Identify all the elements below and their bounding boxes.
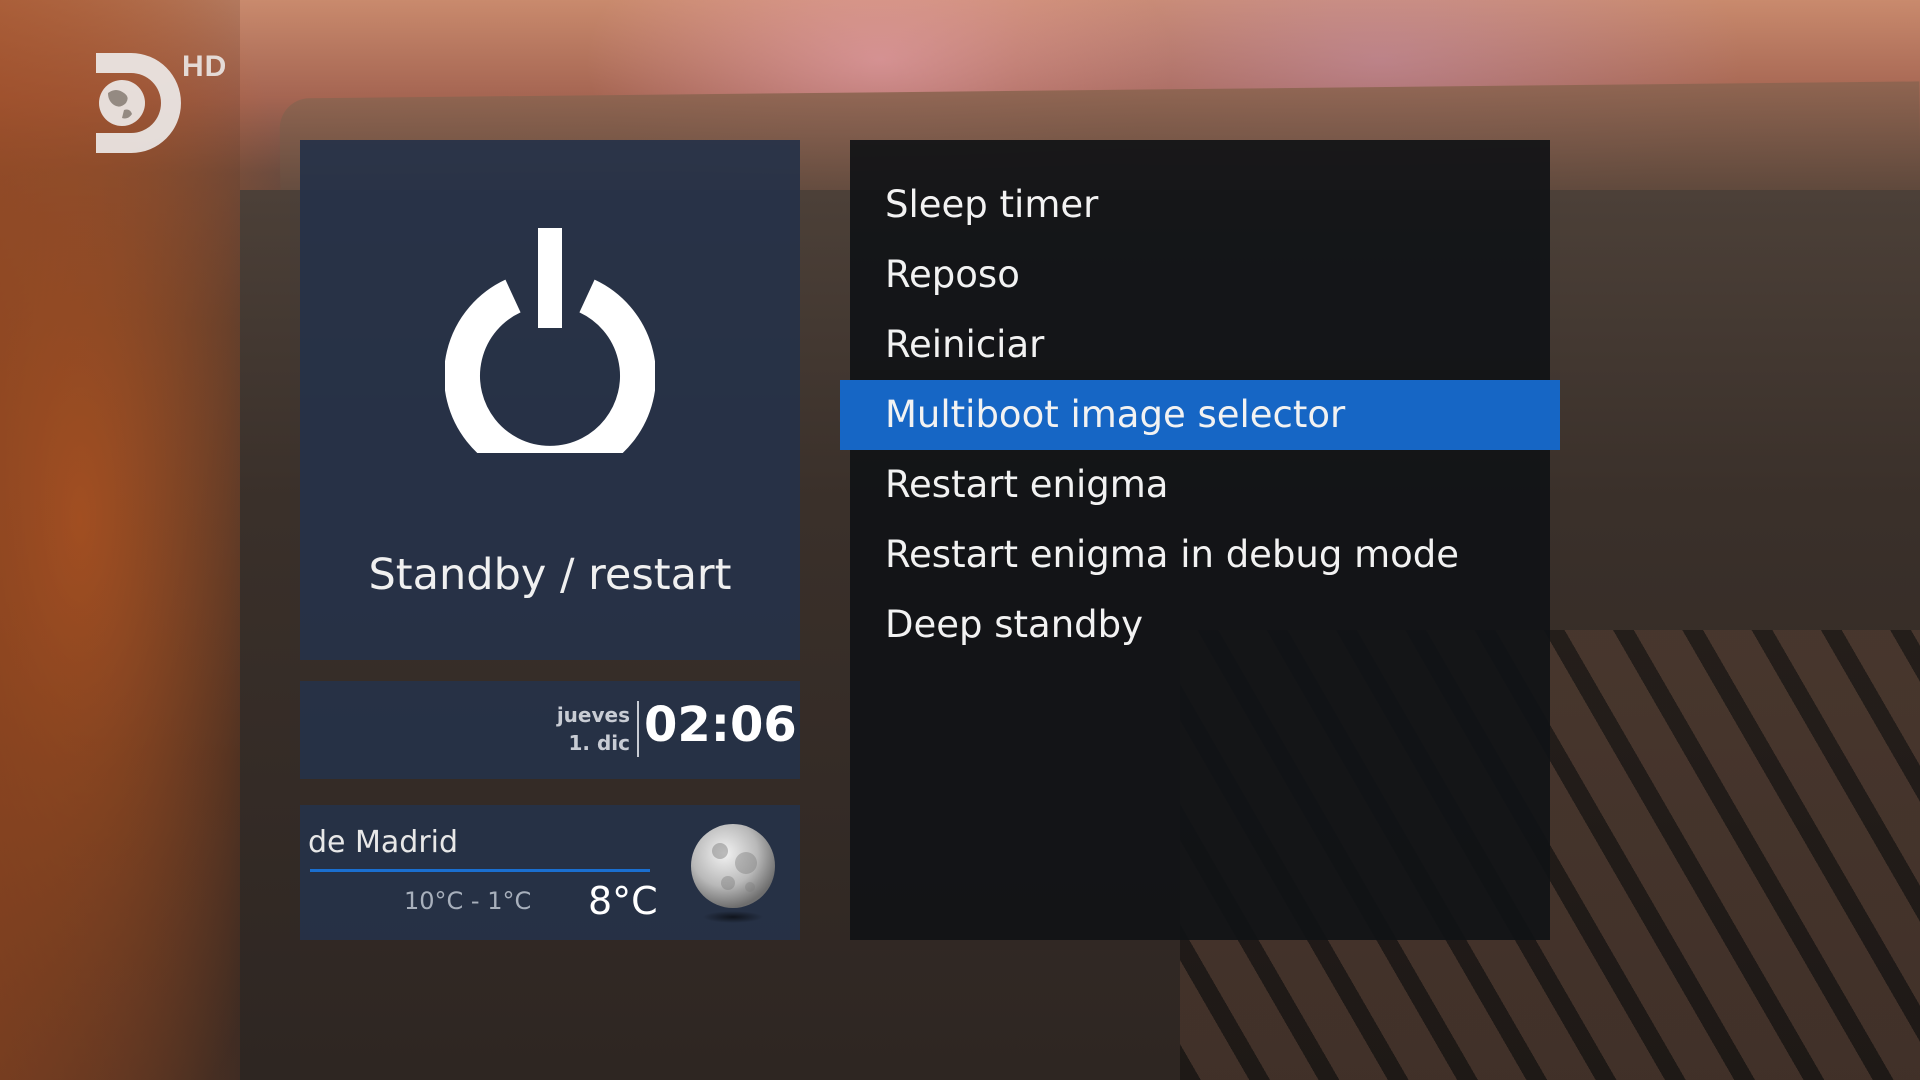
panel-title: Standby / restart [368, 550, 732, 600]
clock-panel: jueves 1. dic 02:06 [300, 681, 800, 779]
menu-item[interactable]: Restart enigma in debug mode [850, 520, 1550, 590]
weather-current-temp: 8°C [588, 879, 658, 923]
clock-time: 02:06 [644, 697, 797, 753]
background-left-glow [0, 0, 240, 1080]
menu-item[interactable]: Sleep timer [850, 170, 1550, 240]
weather-range: 10°C - 1°C [404, 887, 532, 915]
channel-hd-badge: HD [182, 50, 228, 83]
clock-day: 1. dic [568, 731, 630, 755]
weather-city: de Madrid [308, 825, 459, 860]
menu-item[interactable]: Reposo [850, 240, 1550, 310]
standby-menu: Sleep timer Reposo Reiniciar Multiboot imag… [840, 140, 1560, 940]
menu-item[interactable]: Multiboot image selector [840, 380, 1560, 450]
menu-list: Sleep timer Reposo Reiniciar Multiboot imag… [840, 170, 1560, 660]
menu-item[interactable]: Reiniciar [850, 310, 1550, 380]
moon-icon [691, 824, 775, 923]
clock-weekday: jueves [556, 703, 630, 727]
weather-divider [310, 869, 650, 872]
menu-item[interactable]: Deep standby [850, 590, 1550, 660]
power-icon [445, 228, 655, 453]
menu-item[interactable]: Restart enigma [850, 450, 1550, 520]
weather-panel: de Madrid 10°C - 1°C 8°C [300, 805, 800, 940]
clock-date: jueves 1. dic [557, 701, 630, 757]
clock-separator [637, 701, 639, 757]
standby-info-panel: Standby / restart [300, 140, 800, 660]
